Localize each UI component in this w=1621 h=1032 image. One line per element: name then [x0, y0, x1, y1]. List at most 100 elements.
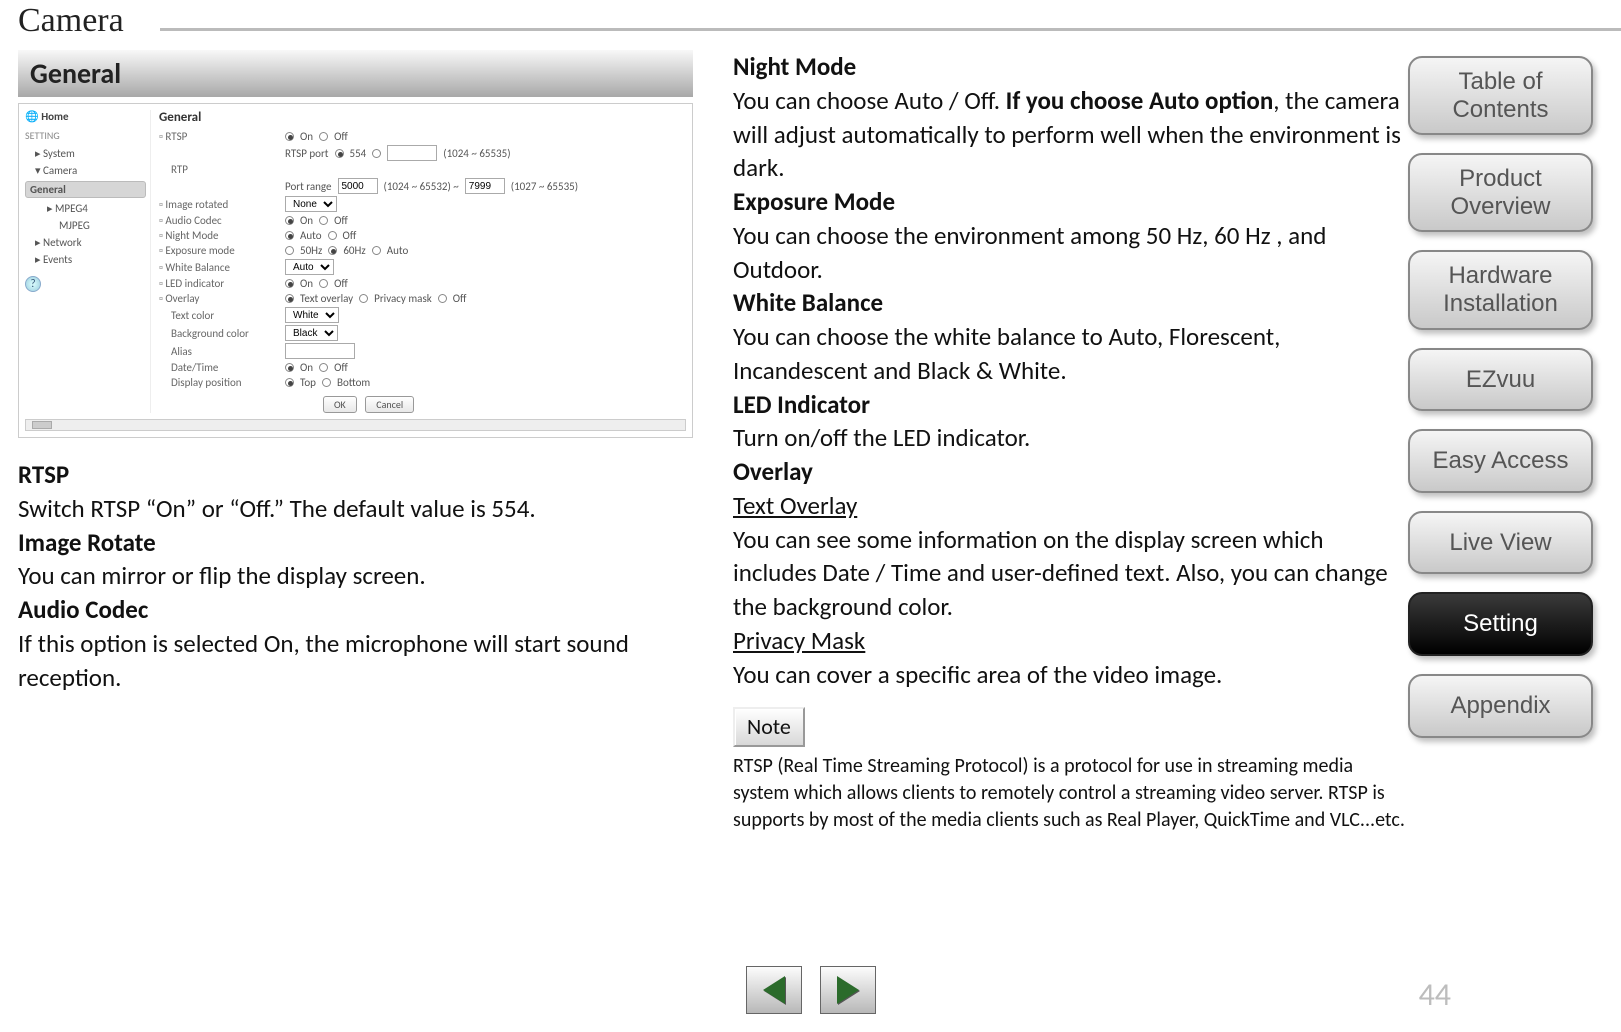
ss-rtsp-off-label: Off — [334, 130, 348, 143]
ss-nav-mpeg4-label: MPEG4 — [55, 202, 88, 215]
ss-exp-auto-label: Auto — [387, 244, 409, 257]
ss-nav-general[interactable]: General — [25, 181, 146, 198]
note-text: RTSP (Real Time Streaming Protocol) is a… — [733, 753, 1408, 834]
ss-dt-off-label: Off — [334, 361, 348, 374]
page-title: Camera — [18, 2, 124, 40]
ss-nav-events-label: Events — [43, 253, 72, 266]
overlay-heading: Overlay — [733, 455, 1408, 489]
ss-overlay-text-label: Text overlay — [300, 292, 353, 305]
ss-nav-events[interactable]: ▸ Events — [25, 251, 146, 268]
nav-hardware[interactable]: Hardware Installation — [1408, 250, 1593, 329]
text-overlay-text: You can see some information on the disp… — [733, 523, 1408, 624]
ss-night-label: Night Mode — [159, 229, 279, 242]
ss-setting-label: SETTING — [25, 129, 146, 142]
led-heading: LED Indicator — [733, 388, 1408, 422]
ss-portrange-to[interactable] — [465, 178, 505, 194]
nav-overview[interactable]: Product Overview — [1408, 153, 1593, 232]
ss-rtsp-off-radio[interactable] — [319, 132, 328, 141]
audio-text: If this option is selected On, the micro… — [18, 627, 693, 695]
nav-toc[interactable]: Table of Contents — [1408, 56, 1593, 135]
rtsp-heading: RTSP — [18, 458, 693, 492]
ss-rtsp-port-radio2[interactable] — [372, 149, 381, 158]
ss-wb-label: White Balance — [159, 261, 279, 274]
prev-page-button[interactable] — [746, 966, 802, 1014]
ss-textcolor-select[interactable]: White — [285, 307, 339, 323]
ss-audio-off-radio[interactable] — [319, 216, 328, 225]
note-badge: Note — [733, 707, 805, 747]
ss-ok-button[interactable]: OK — [323, 396, 357, 413]
nav-ezvuu[interactable]: EZvuu — [1408, 348, 1593, 412]
pager — [746, 966, 876, 1014]
ss-nav-network-label: Network — [43, 236, 82, 249]
ss-imagerot-select[interactable]: None — [285, 196, 337, 212]
exposure-heading: Exposure Mode — [733, 185, 1408, 219]
ss-wb-select[interactable]: Auto — [285, 259, 334, 275]
ss-portrange-hint-from: (1024 ~ 65532) ~ — [384, 180, 459, 193]
ss-rtsp-on-label: On — [300, 130, 313, 143]
ss-night-off-radio[interactable] — [328, 231, 337, 240]
ss-bgcolor-label: Background color — [159, 327, 279, 340]
night-text-bold: If you choose Auto option — [1006, 85, 1274, 116]
ss-nav: 🌐 Home SETTING ▸ System ▾ Camera General… — [25, 110, 151, 413]
ss-led-off-radio[interactable] — [319, 279, 328, 288]
ss-nav-camera[interactable]: ▾ Camera — [25, 162, 146, 179]
rotate-heading: Image Rotate — [18, 526, 693, 560]
ss-led-label: LED indicator — [159, 277, 279, 290]
ss-dt-off-radio[interactable] — [319, 363, 328, 372]
ss-audio-on-label: On — [300, 214, 313, 227]
wb-text: You can choose the white balance to Auto… — [733, 320, 1408, 388]
ss-nav-mpeg4[interactable]: ▸ MPEG4 — [25, 200, 146, 217]
ss-dt-on-label: On — [300, 361, 313, 374]
ss-form: General RTSP On Off RTSP port 554 (1024 ~… — [159, 110, 578, 413]
ss-bgcolor-select[interactable]: Black — [285, 325, 338, 341]
next-page-button[interactable] — [820, 966, 876, 1014]
ss-scrollbar[interactable] — [25, 419, 686, 431]
ss-exp-50-label: 50Hz — [300, 244, 322, 257]
ss-alias-input[interactable] — [285, 343, 355, 359]
help-icon[interactable]: ? — [25, 276, 41, 292]
ss-overlay-off-radio[interactable] — [438, 294, 447, 303]
ss-overlay-mask-radio[interactable] — [359, 294, 368, 303]
ss-rtp-label: RTP — [159, 163, 279, 176]
ss-pos-top-radio[interactable] — [285, 378, 294, 387]
ss-portrange-hint-to: (1027 ~ 65535) — [511, 180, 578, 193]
arrow-left-icon — [763, 976, 785, 1004]
ss-home[interactable]: 🌐 Home — [25, 110, 146, 123]
ss-audio-on-radio[interactable] — [285, 216, 294, 225]
ss-audio-label: Audio Codec — [159, 214, 279, 227]
nav-setting[interactable]: Setting — [1408, 592, 1593, 656]
ss-exp-auto-radio[interactable] — [372, 246, 381, 255]
ss-led-on-radio[interactable] — [285, 279, 294, 288]
ss-led-off-label: Off — [334, 277, 348, 290]
ss-exp-60-radio[interactable] — [328, 246, 337, 255]
ss-rtsp-port-label: RTSP port — [285, 147, 329, 160]
nav-easy-access[interactable]: Easy Access — [1408, 429, 1593, 493]
ss-cancel-button[interactable]: Cancel — [365, 396, 414, 413]
ss-night-auto-radio[interactable] — [285, 231, 294, 240]
title-divider — [160, 28, 1621, 31]
ss-rtsp-on-radio[interactable] — [285, 132, 294, 141]
ss-overlay-text-radio[interactable] — [285, 294, 294, 303]
settings-screenshot: 🌐 Home SETTING ▸ System ▾ Camera General… — [18, 103, 693, 438]
nav-appendix[interactable]: Appendix — [1408, 674, 1593, 738]
nav-live-view[interactable]: Live View — [1408, 511, 1593, 575]
ss-exp-50-radio[interactable] — [285, 246, 294, 255]
ss-form-heading: General — [159, 110, 578, 125]
exposure-text: You can choose the environment among 50 … — [733, 219, 1408, 287]
ss-rtsp-port-value: 554 — [350, 147, 367, 160]
ss-night-off-label: Off — [343, 229, 357, 242]
ss-rtsp-port-radio1[interactable] — [335, 149, 344, 158]
ss-rtsp-label: RTSP — [159, 130, 279, 143]
ss-exposure-label: Exposure mode — [159, 244, 279, 257]
ss-pos-top-label: Top — [300, 376, 316, 389]
ss-nav-mjpeg[interactable]: MJPEG — [25, 217, 146, 234]
ss-nav-camera-label: Camera — [43, 164, 77, 177]
ss-dt-on-radio[interactable] — [285, 363, 294, 372]
ss-nav-network[interactable]: ▸ Network — [25, 234, 146, 251]
ss-rtsp-port-input[interactable] — [387, 145, 437, 161]
ss-textcolor-label: Text color — [159, 309, 279, 322]
ss-pos-bottom-radio[interactable] — [322, 378, 331, 387]
ss-nav-system[interactable]: ▸ System — [25, 145, 146, 162]
text-overlay-subheading: Text Overlay — [733, 489, 1408, 523]
ss-portrange-from[interactable] — [338, 178, 378, 194]
